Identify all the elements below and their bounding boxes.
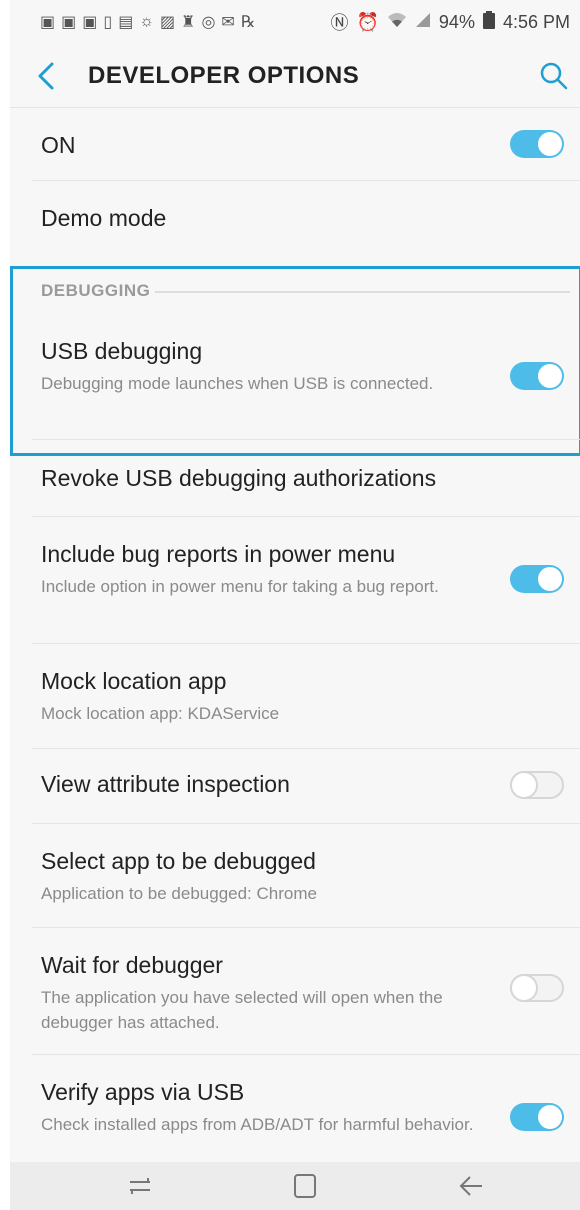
mock-location-row[interactable]: Mock location app Mock location app: KDA…: [10, 644, 580, 748]
navigation-bar: [10, 1162, 580, 1210]
bug-reports-description: Include option in power menu for taking …: [41, 577, 439, 596]
search-icon: [540, 62, 568, 90]
weather-icon: ☼: [139, 13, 154, 30]
facebook-icon: ▣: [40, 14, 56, 31]
view-attribute-label: View attribute inspection: [41, 771, 290, 797]
select-debug-app-description: Application to be debugged: Chrome: [41, 884, 317, 903]
master-switch-row[interactable]: ON: [10, 108, 580, 180]
alarm-icon: ⏰: [356, 11, 379, 32]
home-icon: [294, 1174, 316, 1198]
verify-usb-toggle[interactable]: [510, 1103, 564, 1131]
mock-location-description: Mock location app: KDAService: [41, 704, 280, 723]
rx-icon: ℞: [240, 14, 256, 31]
chevron-left-icon: [38, 62, 54, 90]
bug-reports-toggle[interactable]: [510, 565, 564, 593]
wait-debugger-label: Wait for debugger: [41, 952, 223, 978]
photo-icon: ▨: [159, 14, 176, 31]
demo-mode-row[interactable]: Demo mode: [10, 181, 580, 265]
battery-level: 94%: [438, 11, 475, 32]
master-switch-label: ON: [41, 132, 76, 158]
facebook-icon: ▣: [82, 14, 98, 31]
section-header-debugging: DEBUGGING: [41, 281, 151, 300]
game-icon: ♜: [181, 14, 196, 31]
notes-icon: ▯: [103, 14, 113, 31]
mock-location-label: Mock location app: [41, 668, 227, 694]
nfc-icon: Ⓝ: [330, 13, 349, 33]
demo-mode-label: Demo mode: [41, 205, 167, 231]
signal-icon: [415, 12, 431, 33]
search-button[interactable]: [538, 60, 570, 92]
verify-usb-row[interactable]: Verify apps via USB Check installed apps…: [10, 1055, 580, 1162]
select-debug-app-row[interactable]: Select app to be debugged Application to…: [10, 824, 580, 927]
home-button[interactable]: [289, 1172, 321, 1200]
wifi-icon: [387, 12, 407, 33]
view-attribute-toggle[interactable]: [510, 771, 564, 799]
usb-debugging-description: Debugging mode launches when USB is conn…: [41, 374, 434, 393]
back-button[interactable]: [32, 60, 62, 92]
mail-icon: ✉: [221, 14, 235, 31]
back-arrow-icon: [459, 1176, 482, 1196]
usb-debugging-toggle[interactable]: [510, 362, 564, 390]
recent-apps-button[interactable]: [124, 1172, 156, 1200]
phone-screen: ▣ ▣ ▣ ▯ ▤ ☼ ▨ ♜ ◎ ✉ ℞ Ⓝ ⏰ 94% 4:56 PM DE…: [10, 0, 580, 1210]
bug-reports-label: Include bug reports in power menu: [41, 541, 396, 567]
select-debug-app-label: Select app to be debugged: [41, 848, 316, 874]
revoke-authorizations-row[interactable]: Revoke USB debugging authorizations: [10, 440, 580, 516]
notification-icons: ▣ ▣ ▣ ▯ ▤ ☼ ▨ ♜ ◎ ✉ ℞: [40, 12, 255, 32]
page-title: DEVELOPER OPTIONS: [88, 62, 360, 89]
back-nav-button[interactable]: [456, 1172, 488, 1200]
clock: 4:56 PM: [502, 11, 570, 32]
wait-debugger-toggle[interactable]: [510, 974, 564, 1002]
image-icon: ▤: [118, 14, 134, 31]
instagram-icon: ◎: [201, 14, 216, 31]
battery-icon: [482, 10, 495, 34]
bug-reports-row[interactable]: Include bug reports in power menu Includ…: [10, 517, 580, 643]
usb-debugging-row[interactable]: USB debugging Debugging mode launches wh…: [10, 320, 580, 438]
wait-debugger-description: The application you have selected will o…: [41, 988, 443, 1032]
master-toggle[interactable]: [510, 130, 564, 158]
revoke-authorizations-label: Revoke USB debugging authorizations: [41, 465, 437, 491]
recent-apps-icon: [130, 1178, 150, 1194]
verify-usb-label: Verify apps via USB: [41, 1079, 245, 1105]
wait-debugger-row[interactable]: Wait for debugger The application you ha…: [10, 928, 580, 1054]
status-bar: ▣ ▣ ▣ ▯ ▤ ☼ ▨ ♜ ◎ ✉ ℞ Ⓝ ⏰ 94% 4:56 PM: [10, 0, 580, 44]
app-bar: DEVELOPER OPTIONS: [10, 44, 580, 108]
section-divider: [155, 291, 570, 293]
verify-usb-description: Check installed apps from ADB/ADT for ha…: [41, 1115, 474, 1134]
view-attribute-row[interactable]: View attribute inspection: [10, 749, 580, 823]
usb-debugging-label: USB debugging: [41, 338, 203, 364]
facebook-icon: ▣: [61, 14, 77, 31]
status-right: Ⓝ ⏰ 94% 4:56 PM: [330, 9, 570, 35]
